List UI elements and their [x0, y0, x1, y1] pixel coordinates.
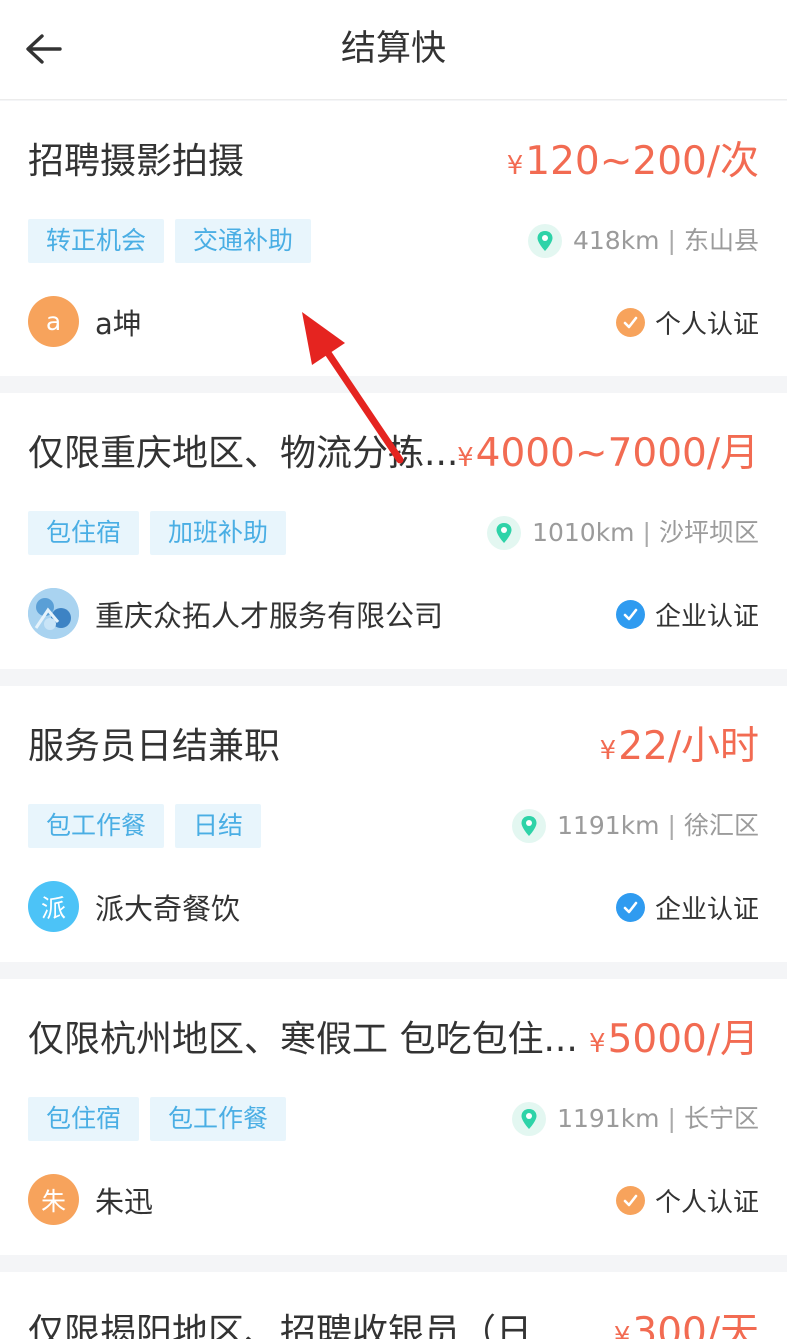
distance: 1010km [532, 518, 635, 547]
salary-value: 300/天 [632, 1310, 759, 1339]
job-tag: 包工作餐 [150, 1097, 287, 1141]
salary-value: 22/小时 [618, 724, 759, 769]
job-title: 服务员日结兼职 [28, 726, 281, 767]
area: 沙坪坝区 [658, 518, 759, 547]
check-icon [615, 1186, 645, 1215]
page-title: 结算快 [340, 29, 446, 69]
currency-symbol: ¥ [457, 443, 474, 473]
job-tags: 包住宿 加班补助 [28, 511, 287, 555]
separator: | [667, 1104, 676, 1133]
job-salary: ¥120~200/次 [507, 139, 759, 189]
job-location: 1191km | 徐汇区 [511, 806, 759, 846]
job-salary: ¥300/天 [614, 1310, 759, 1339]
poster-info: 派 派大奇餐饮 [28, 881, 240, 932]
area: 长宁区 [683, 1104, 759, 1133]
check-icon [615, 308, 645, 337]
avatar: 派 [28, 881, 79, 932]
separator: | [667, 811, 676, 840]
poster-name: a坤 [95, 306, 142, 341]
verification-label: 个人认证 [654, 310, 759, 340]
poster-name: 派大奇餐饮 [95, 891, 241, 926]
poster-info: 朱 朱迅 [28, 1174, 153, 1225]
job-card[interactable]: 仅限杭州地区、寒假工 包吃包住... ¥5000/月 包住宿 包工作餐 1191… [0, 979, 787, 1255]
distance: 1191km [557, 811, 660, 840]
job-card[interactable]: 服务员日结兼职 ¥22/小时 包工作餐 日结 1191km | 徐汇区 派 派大奇餐… [0, 686, 787, 962]
job-tag: 包住宿 [28, 1097, 140, 1141]
job-location: 418km | 东山县 [527, 221, 759, 261]
currency-symbol: ¥ [613, 1322, 631, 1339]
avatar: 朱 [28, 1174, 79, 1225]
verification-label: 个人认证 [654, 1188, 759, 1218]
verification-badge: 企业认证 [615, 889, 759, 926]
verification-badge: 个人认证 [615, 304, 759, 341]
poster-name: 重庆众拓人才服务有限公司 [95, 598, 444, 633]
job-title: 仅限重庆地区、物流分拣... [28, 433, 459, 474]
job-tags: 转正机会 交通补助 [28, 219, 312, 263]
poster-info: 重庆众拓人才服务有限公司 [28, 588, 443, 639]
separator: | [667, 226, 676, 255]
check-icon [615, 600, 645, 629]
job-tags: 包工作餐 日结 [28, 804, 262, 848]
job-salary: ¥22/小时 [600, 724, 759, 774]
job-card[interactable]: 仅限重庆地区、物流分拣... ¥4000~7000/月 包住宿 加班补助 101… [0, 393, 787, 669]
currency-symbol: ¥ [599, 736, 617, 766]
job-location: 1191km | 长宁区 [511, 1099, 759, 1139]
distance: 418km [572, 226, 660, 255]
job-card[interactable]: 招聘摄影拍摄 ¥120~200/次 转正机会 交通补助 418km | 东山县 a … [0, 101, 787, 376]
job-title: 仅限揭阳地区、招聘收银员（日 [28, 1312, 533, 1339]
job-title: 仅限杭州地区、寒假工 包吃包住... [28, 1019, 578, 1060]
distance: 1191km [557, 1104, 660, 1133]
avatar: a [28, 296, 79, 347]
job-tags: 包住宿 包工作餐 [28, 1097, 287, 1141]
check-icon [615, 893, 645, 922]
verification-label: 企业认证 [654, 602, 759, 632]
salary-value: 5000/月 [607, 1017, 759, 1062]
poster-info: a a坤 [28, 296, 142, 347]
location-pin-icon [527, 224, 562, 258]
salary-value: 4000~7000/月 [475, 431, 759, 476]
job-title: 招聘摄影拍摄 [28, 141, 245, 182]
job-location: 1010km | 沙坪坝区 [486, 513, 759, 553]
area: 徐汇区 [683, 811, 759, 840]
area: 东山县 [683, 226, 759, 255]
job-salary: ¥4000~7000/月 [457, 431, 759, 481]
salary-value: 120~200/次 [525, 139, 759, 184]
currency-symbol: ¥ [589, 1029, 606, 1059]
app-header: 结算快 [0, 0, 787, 100]
job-tag: 包住宿 [28, 511, 140, 555]
separator: | [642, 518, 651, 547]
location-pin-icon [512, 1102, 547, 1136]
verification-badge: 企业认证 [615, 596, 759, 633]
job-tag: 加班补助 [150, 511, 287, 555]
company-logo-avatar [28, 588, 79, 639]
poster-name: 朱迅 [95, 1184, 154, 1219]
job-tag: 交通补助 [175, 219, 312, 263]
job-tag: 日结 [175, 804, 262, 848]
location-pin-icon [487, 516, 522, 550]
location-pin-icon [512, 809, 547, 843]
currency-symbol: ¥ [506, 151, 524, 181]
job-salary: ¥5000/月 [589, 1017, 759, 1067]
verification-label: 企业认证 [654, 895, 759, 925]
job-tag: 转正机会 [28, 219, 165, 263]
verification-badge: 个人认证 [615, 1182, 759, 1219]
job-tag: 包工作餐 [28, 804, 165, 848]
job-card[interactable]: 仅限揭阳地区、招聘收银员（日 ¥300/天 [0, 1272, 787, 1339]
